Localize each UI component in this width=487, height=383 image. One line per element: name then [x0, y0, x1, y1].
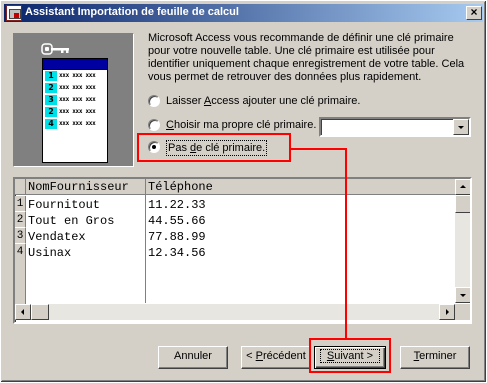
- column-header[interactable]: NomFournisseur: [28, 180, 129, 194]
- key-cell: 1: [45, 71, 57, 81]
- row-number: 4: [15, 244, 26, 260]
- table-icon-row: 3 xxx xxx xxx: [43, 95, 107, 106]
- column-divider: [145, 179, 146, 303]
- scroll-right-icon[interactable]: [439, 304, 455, 320]
- table-cell: Fournitout: [28, 198, 101, 212]
- table-cell: 11.22.33: [148, 198, 206, 212]
- scroll-left-icon[interactable]: [15, 304, 31, 320]
- table-icon: 1 xxx xxx xxx 2 xxx xxx xxx 3 xxx xxx xx…: [42, 58, 108, 163]
- row-number: 3: [15, 228, 26, 244]
- row-number-gutter: [15, 259, 26, 305]
- table-icon-row: 2 xxx xxx xxx: [43, 83, 107, 94]
- table-cell: 12.34.56: [148, 246, 206, 260]
- row-filler: xxx xxx xxx: [59, 84, 96, 91]
- horizontal-scrollbar[interactable]: [15, 304, 455, 320]
- vertical-scroll-thumb[interactable]: [455, 195, 470, 213]
- finish-button[interactable]: Terminer: [400, 346, 470, 369]
- row-filler: xxx xxx xxx: [59, 108, 96, 115]
- row-filler: xxx xxx xxx: [59, 72, 96, 79]
- scroll-up-icon[interactable]: [455, 179, 470, 195]
- key-cell: 2: [45, 107, 57, 117]
- table-icon-row: 2 xxx xxx xxx: [43, 107, 107, 118]
- key-cell: 4: [45, 119, 57, 129]
- horizontal-scroll-thumb[interactable]: [31, 304, 49, 320]
- primary-key-field-combo[interactable]: [319, 117, 471, 137]
- row-filler: xxx xxx xxx: [59, 120, 96, 127]
- access-app-icon: [6, 5, 22, 21]
- column-header[interactable]: Téléphone: [148, 180, 213, 194]
- table-cell: 77.88.99: [148, 230, 206, 244]
- row-number: 2: [15, 212, 26, 228]
- table-cell: Vendatex: [28, 230, 86, 244]
- close-button[interactable]: ×: [466, 6, 482, 20]
- annotation-highlight-option: [137, 133, 291, 162]
- table-icon-row: 4 xxx xxx xxx: [43, 119, 107, 130]
- annotation-connector: [345, 148, 347, 338]
- radio-auto-key[interactable]: [148, 95, 160, 107]
- key-cell: 2: [45, 83, 57, 93]
- import-wizard-window: Assistant Importation de feuille de calc…: [0, 0, 487, 383]
- primary-key-illustration: 1 xxx xxx xxx 2 xxx xxx xxx 3 xxx xxx xx…: [13, 33, 134, 167]
- scrollbar-corner: [455, 304, 470, 320]
- preview-grid[interactable]: NomFournisseur Téléphone 1 2 3 4 Fournit…: [13, 177, 472, 324]
- table-cell: 44.55.66: [148, 214, 206, 228]
- table-cell: Usinax: [28, 246, 72, 260]
- key-cell: 3: [45, 95, 57, 105]
- row-number: 1: [15, 196, 26, 212]
- cancel-button[interactable]: Annuler: [158, 346, 228, 369]
- grid-header-row: NomFournisseur Téléphone: [15, 179, 455, 195]
- table-icon-titlebar: [43, 59, 107, 70]
- radio-choose-key[interactable]: [148, 119, 160, 131]
- window-title: Assistant Importation de feuille de calc…: [25, 6, 239, 18]
- grid-corner: [15, 179, 26, 195]
- table-icon-row: 1 xxx xxx xxx: [43, 71, 107, 82]
- table-cell: Tout en Gros: [28, 214, 115, 228]
- annotation-connector: [291, 148, 346, 150]
- description-text: Microsoft Access vous recommande de défi…: [148, 32, 465, 83]
- option-label: Choisir ma propre clé primaire.: [166, 119, 317, 131]
- vertical-scrollbar[interactable]: [455, 179, 470, 303]
- option-label: Laisser Access ajouter une clé primaire.: [166, 95, 361, 107]
- title-bar[interactable]: Assistant Importation de feuille de calc…: [4, 4, 483, 22]
- annotation-highlight-next: [309, 338, 391, 373]
- previous-button[interactable]: < Précédent: [241, 346, 311, 369]
- chevron-down-icon[interactable]: [453, 119, 469, 135]
- row-filler: xxx xxx xxx: [59, 96, 96, 103]
- key-icon: [41, 43, 69, 55]
- scroll-down-icon[interactable]: [455, 287, 470, 303]
